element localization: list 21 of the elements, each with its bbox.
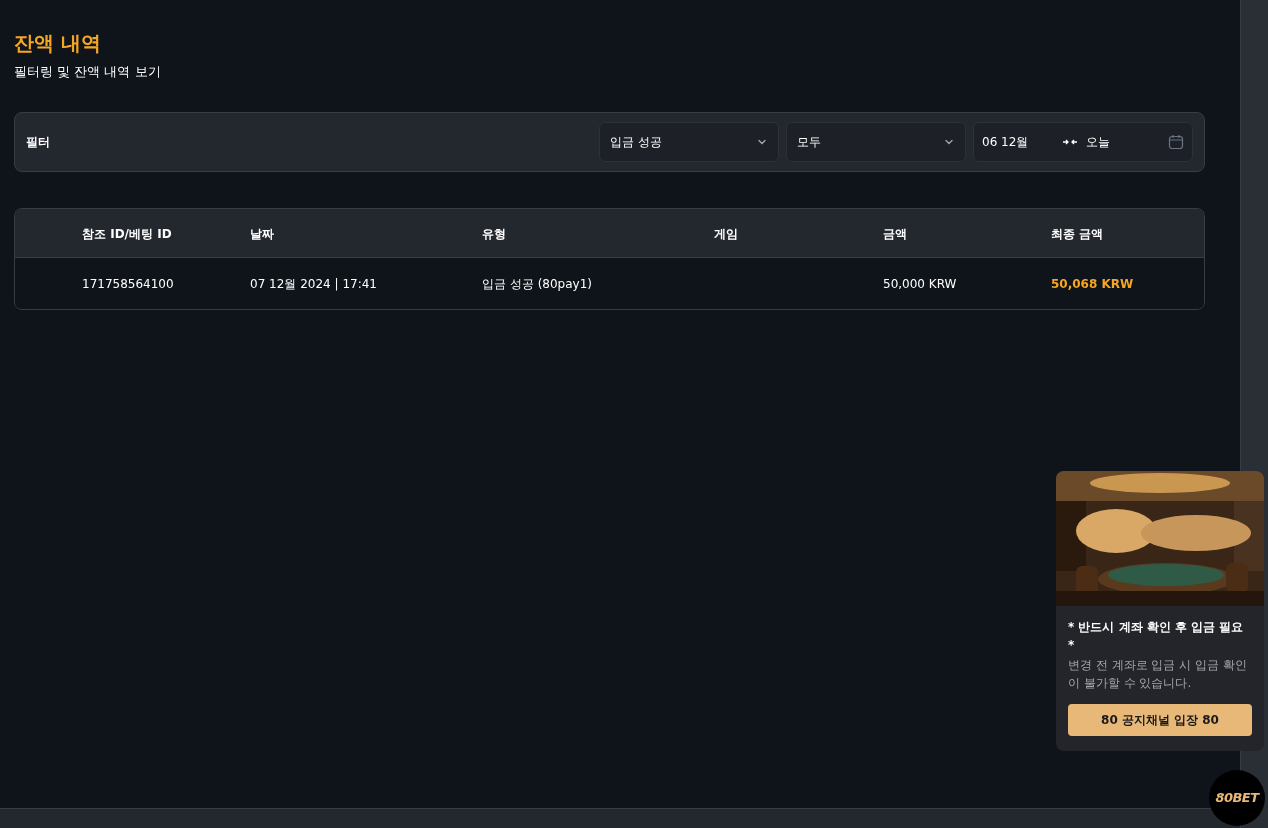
- table-cell: 171758564100: [82, 277, 174, 291]
- column-header: 유형: [482, 226, 506, 241]
- column-header: 날짜: [250, 226, 274, 241]
- table-cell: 07 12월 2024 | 17:41: [250, 277, 377, 291]
- date-range-field[interactable]: 06 12월 오늘: [973, 121, 1193, 162]
- column-header: 최종 금액: [1051, 226, 1104, 241]
- column-header: 금액: [883, 226, 907, 241]
- table-cell: 50,000 KRW: [883, 277, 957, 291]
- notice-text: 변경 전 계좌로 입금 시 입금 확인이 불가할 수 있습니다.: [1068, 657, 1248, 692]
- column-header: 게임: [714, 226, 738, 241]
- notice-channel-button[interactable]: 80 공지채널 입장 80: [1068, 704, 1252, 736]
- calendar-icon[interactable]: [1168, 133, 1184, 150]
- table-cell: 입금 성공 (80pay1): [482, 277, 592, 291]
- page-subtitle: 필터링 및 잔액 내역 보기: [14, 63, 162, 81]
- final-amount-cell: 50,068 KRW: [1051, 277, 1134, 291]
- type-select[interactable]: 입금 성공: [599, 121, 779, 162]
- game-select[interactable]: 모두: [786, 121, 966, 162]
- filter-label: 필터: [26, 133, 50, 151]
- column-header: 참조 ID/베팅 ID: [82, 226, 172, 241]
- notice-title: * 반드시 계좌 확인 후 입금 필요 *: [1068, 619, 1245, 654]
- page-title: 잔액 내역: [14, 30, 102, 56]
